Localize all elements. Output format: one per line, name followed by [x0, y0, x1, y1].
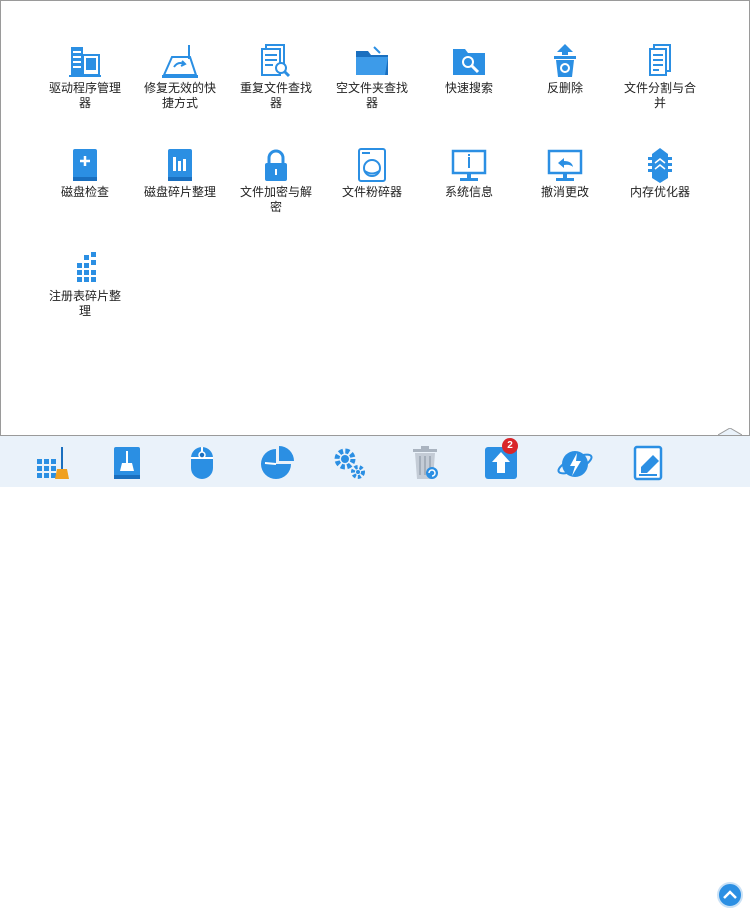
tool-file-split[interactable]: 文件分割与合并 — [618, 43, 702, 111]
shortcut-repair-icon — [162, 45, 198, 78]
tool-label: 磁盘碎片整理 — [143, 185, 216, 199]
tool-label: 空文件夹查找器 — [335, 81, 408, 110]
collapse-button[interactable] — [717, 882, 743, 908]
tool-driver-manager[interactable]: 驱动程序管理器 — [43, 43, 127, 111]
disk-defrag-icon — [168, 149, 192, 181]
cleaner-icon — [37, 447, 69, 479]
tool-label: 修复无效的快捷方式 — [143, 81, 216, 110]
internet-button[interactable] — [557, 445, 593, 481]
disk-check-icon — [73, 149, 97, 181]
memory-optimizer-icon — [648, 148, 672, 183]
pie-chart-icon — [261, 446, 294, 479]
tool-label: 快速搜索 — [444, 81, 493, 95]
notes-button[interactable] — [631, 445, 667, 481]
tool-undelete[interactable]: 反删除 — [523, 43, 607, 96]
recycle-bin-icon — [413, 446, 438, 479]
cleaner-button[interactable] — [34, 445, 70, 481]
empty-folder-icon — [356, 46, 388, 75]
tool-disk-check[interactable]: 磁盘检查 — [43, 147, 127, 200]
disk-usage-button[interactable] — [259, 445, 295, 481]
chevron-up-icon — [723, 890, 737, 899]
tool-empty-folder[interactable]: 空文件夹查找器 — [330, 43, 414, 111]
duplicate-finder-icon — [261, 44, 291, 78]
settings-button[interactable] — [331, 445, 367, 481]
shredder-icon — [358, 148, 386, 182]
registry-defrag-icon — [77, 252, 96, 282]
tools-panel: 驱动程序管理器 修复无效的快捷方式 重复文件查找器 空文件夹查找器 快速搜索 反… — [0, 0, 750, 435]
lock-icon — [265, 149, 287, 181]
tool-label: 文件分割与合并 — [623, 81, 696, 110]
update-count-badge: 2 — [502, 438, 518, 454]
tool-shortcut-repair[interactable]: 修复无效的快捷方式 — [138, 43, 222, 111]
disk-clean-icon — [114, 447, 140, 479]
tool-label: 反删除 — [546, 81, 583, 95]
tool-file-encrypt[interactable]: 文件加密与解密 — [234, 147, 318, 215]
bottom-toolbar — [0, 435, 750, 908]
notes-icon — [633, 445, 663, 481]
tool-registry-defrag[interactable]: 注册表碎片整理 — [43, 251, 127, 319]
tool-label: 系统信息 — [444, 185, 493, 199]
tool-quick-search[interactable]: 快速搜索 — [427, 43, 511, 96]
system-info-icon — [451, 149, 487, 181]
tool-system-info[interactable]: 系统信息 — [427, 147, 511, 200]
tool-label: 文件粉碎器 — [341, 185, 402, 199]
disk-clean-button[interactable] — [109, 445, 145, 481]
tool-label: 文件加密与解密 — [239, 185, 312, 214]
driver-manager-icon — [69, 47, 101, 77]
tool-undo-changes[interactable]: 撤消更改 — [523, 147, 607, 200]
mouse-icon — [191, 447, 213, 479]
tool-duplicate-finder[interactable]: 重复文件查找器 — [234, 43, 318, 111]
tool-label: 重复文件查找器 — [239, 81, 312, 110]
tool-disk-defrag[interactable]: 磁盘碎片整理 — [138, 147, 222, 200]
quick-search-icon — [453, 49, 485, 75]
tool-label: 注册表碎片整理 — [48, 289, 121, 318]
gears-icon — [334, 448, 365, 479]
recycle-bin-button[interactable] — [407, 445, 443, 481]
internet-icon — [557, 451, 593, 477]
tool-memory-optimizer[interactable]: 内存优化器 — [618, 147, 702, 200]
file-split-icon — [649, 44, 671, 76]
tool-label: 内存优化器 — [629, 185, 690, 199]
mouse-button[interactable] — [184, 445, 220, 481]
tool-shredder[interactable]: 文件粉碎器 — [330, 147, 414, 200]
tool-label: 驱动程序管理器 — [48, 81, 121, 110]
undelete-icon — [554, 44, 576, 77]
tool-label: 撤消更改 — [540, 185, 589, 199]
undo-changes-icon — [547, 149, 583, 181]
tool-label: 磁盘检查 — [60, 185, 109, 199]
